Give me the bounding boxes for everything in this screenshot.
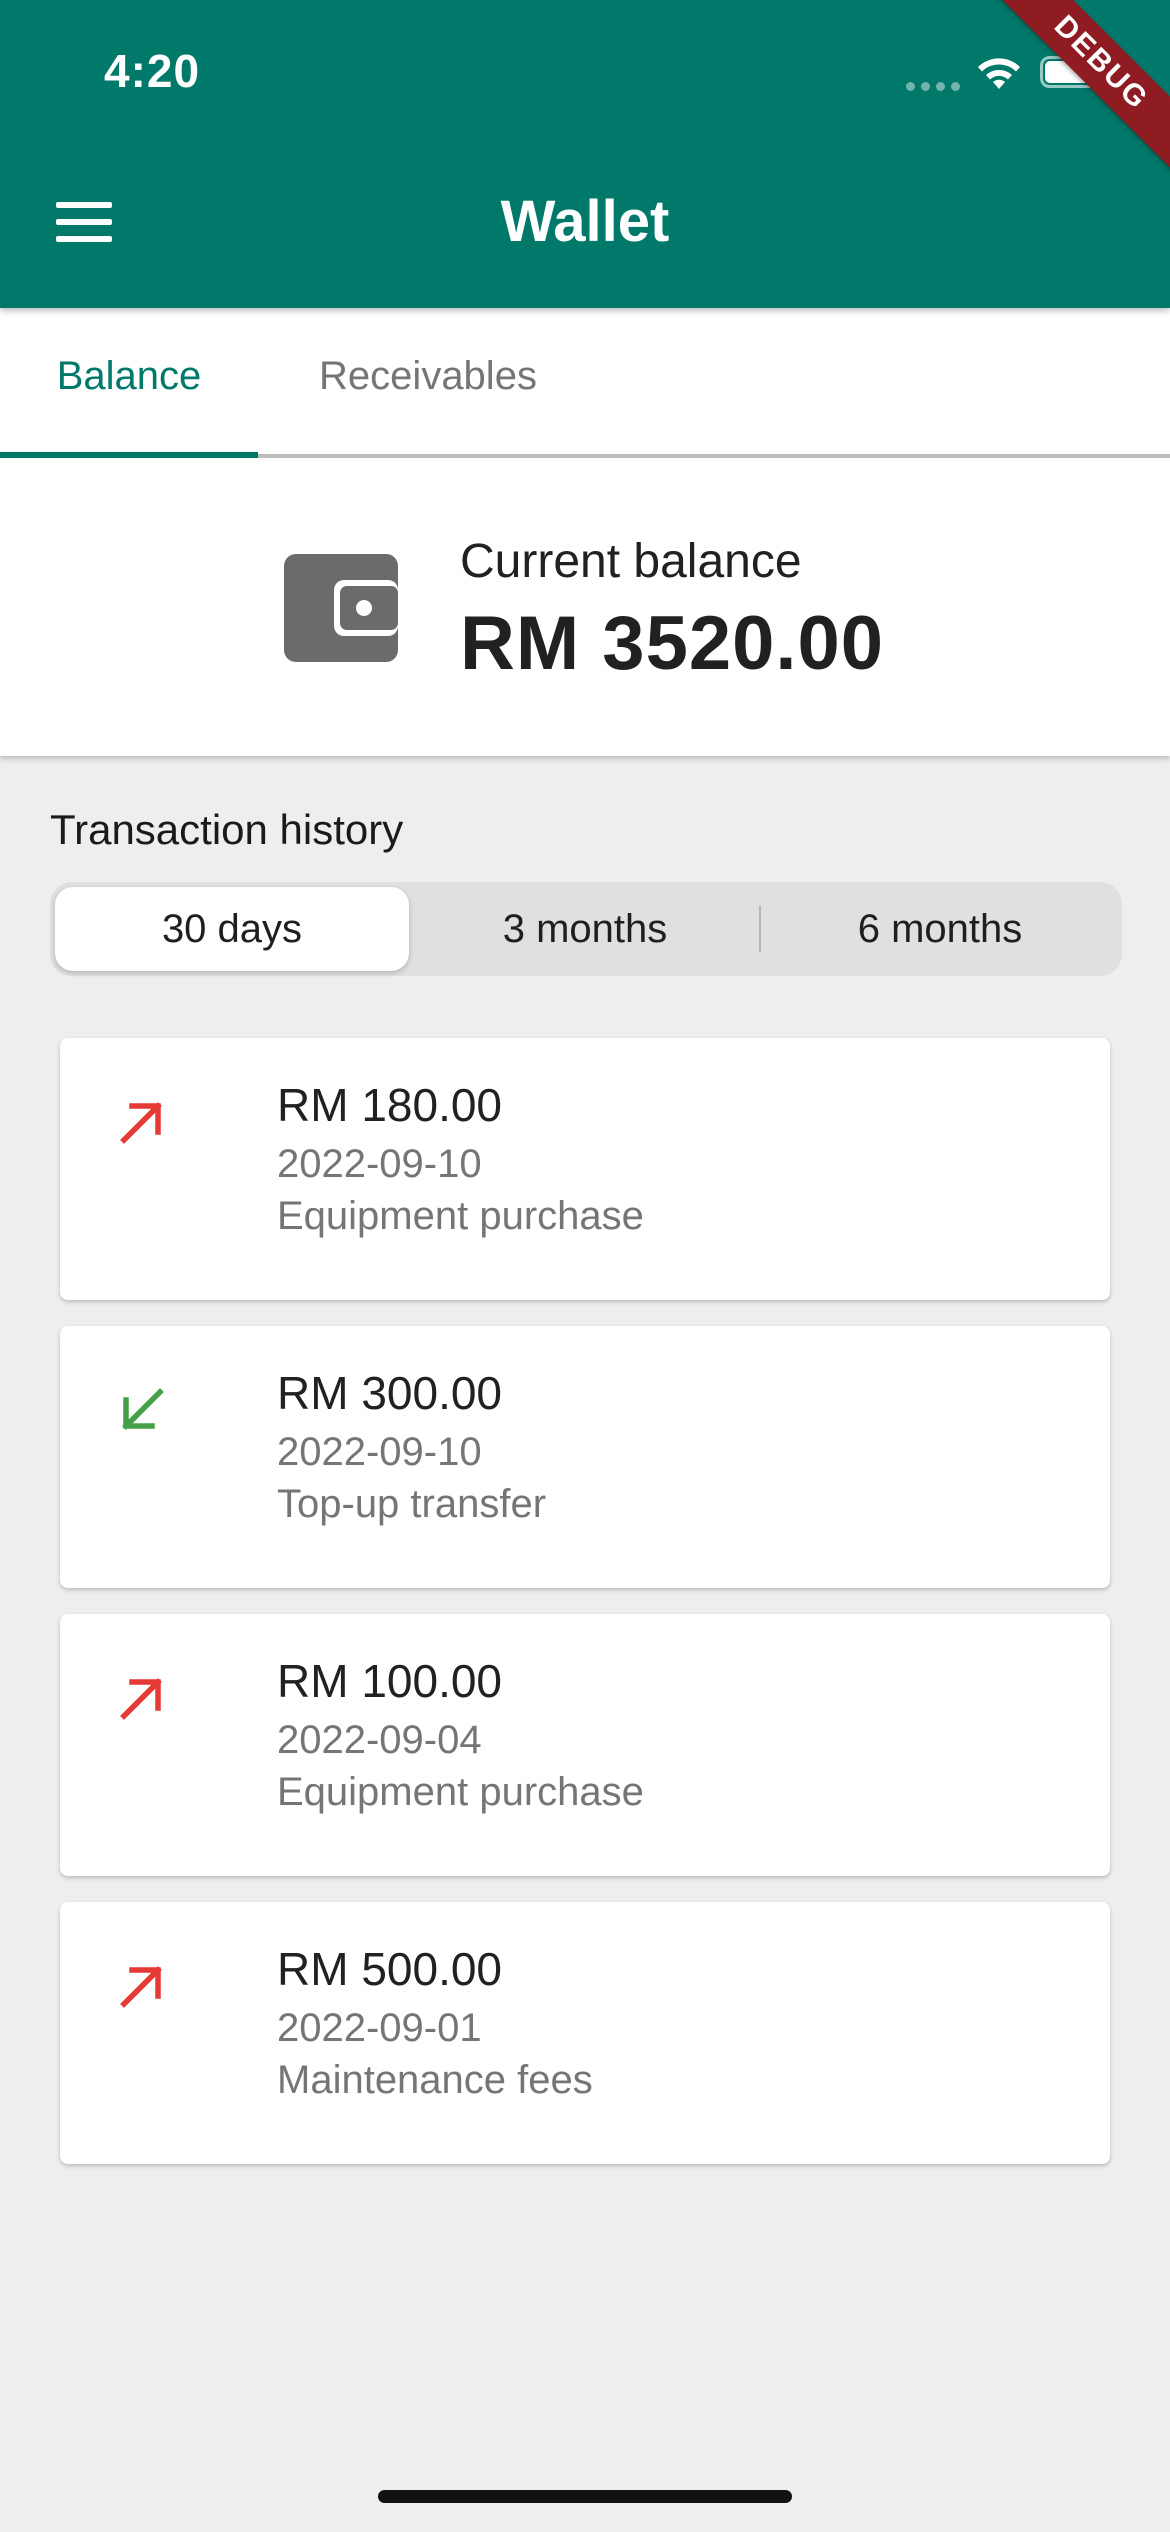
transaction-date: 2022-09-04 bbox=[277, 1718, 482, 1762]
arrow-outward-icon bbox=[120, 1966, 162, 2008]
tab-bar: Balance Receivables bbox=[0, 308, 1170, 458]
transaction-list: RM 180.00 2022-09-10 Equipment purchase … bbox=[60, 1038, 1110, 2190]
transaction-description: Equipment purchase bbox=[277, 1770, 644, 1814]
range-selector: 30 days 3 months 6 months bbox=[50, 882, 1122, 976]
transaction-description: Maintenance fees bbox=[277, 2058, 593, 2102]
cellular-signal-icon bbox=[906, 82, 960, 91]
debug-banner-label: DEBUG bbox=[987, 0, 1170, 177]
range-6-months[interactable]: 6 months bbox=[762, 882, 1118, 976]
transaction-description: Equipment purchase bbox=[277, 1194, 644, 1238]
transaction-description: Top-up transfer bbox=[277, 1482, 547, 1526]
tab-balance[interactable]: Balance bbox=[0, 308, 258, 454]
transaction-date: 2022-09-10 bbox=[277, 1430, 482, 1474]
tab-receivables[interactable]: Receivables bbox=[258, 308, 598, 454]
transaction-date: 2022-09-10 bbox=[277, 1142, 482, 1186]
segment-divider bbox=[759, 906, 761, 952]
arrow-outward-icon bbox=[120, 1678, 162, 1720]
transaction-amount: RM 500.00 bbox=[277, 1943, 503, 1995]
transaction-card[interactable]: RM 500.00 2022-09-01 Maintenance fees bbox=[60, 1902, 1110, 2164]
debug-banner: DEBUG bbox=[970, 0, 1170, 200]
arrow-outward-icon bbox=[120, 1102, 162, 1144]
range-30-days[interactable]: 30 days bbox=[55, 887, 409, 971]
transaction-card[interactable]: RM 100.00 2022-09-04 Equipment purchase bbox=[60, 1614, 1110, 1876]
balance-card: Current balance RM 3520.00 bbox=[0, 458, 1170, 756]
home-indicator[interactable] bbox=[378, 2490, 792, 2503]
transaction-amount: RM 180.00 bbox=[277, 1079, 503, 1131]
wallet-icon bbox=[284, 554, 398, 662]
range-3-months[interactable]: 3 months bbox=[412, 882, 758, 976]
status-time: 4:20 bbox=[104, 45, 201, 97]
transaction-amount: RM 100.00 bbox=[277, 1655, 503, 1707]
balance-label: Current balance bbox=[460, 535, 802, 588]
transaction-card[interactable]: RM 300.00 2022-09-10 Top-up transfer bbox=[60, 1326, 1110, 1588]
transaction-amount: RM 300.00 bbox=[277, 1367, 503, 1419]
transaction-card[interactable]: RM 180.00 2022-09-10 Equipment purchase bbox=[60, 1038, 1110, 1300]
transaction-date: 2022-09-01 bbox=[277, 2006, 482, 2050]
section-title: Transaction history bbox=[50, 806, 404, 853]
arrow-inward-icon bbox=[122, 1388, 164, 1430]
balance-value: RM 3520.00 bbox=[460, 601, 885, 686]
